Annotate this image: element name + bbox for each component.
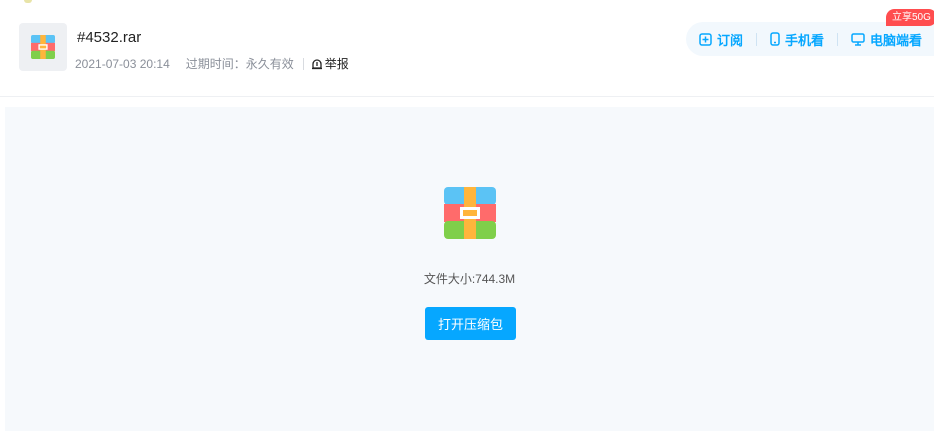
bookmark-plus-icon xyxy=(699,32,712,46)
header-divider xyxy=(0,96,934,97)
action-bar: 订阅 手机看 电脑端看 xyxy=(686,22,934,56)
file-date: 2021-07-03 20:14 xyxy=(75,56,170,71)
preview-panel: 文件大小:744.3M 打开压缩包 xyxy=(5,107,934,431)
file-meta: 2021-07-03 20:14 过期时间：永久有效 举报 xyxy=(75,55,349,72)
action-divider xyxy=(837,32,839,46)
rar-archive-icon xyxy=(444,187,496,239)
pc-view-label: 电脑端看 xyxy=(870,32,923,48)
phone-view-label: 手机看 xyxy=(785,32,825,48)
phone-icon xyxy=(770,32,780,46)
file-header: #4532.rar 2021-07-03 20:14 过期时间：永久有效 举报 … xyxy=(0,0,934,96)
expire-info: 过期时间：永久有效 xyxy=(185,57,294,71)
subscribe-button[interactable]: 订阅 xyxy=(699,30,743,49)
report-icon xyxy=(311,58,322,69)
report-link[interactable]: 举报 xyxy=(311,55,349,72)
phone-view-button[interactable]: 手机看 xyxy=(770,30,824,49)
file-name: #4532.rar xyxy=(77,29,142,46)
promo-badge[interactable]: 立享50G xyxy=(886,9,934,26)
open-archive-button[interactable]: 打开压缩包 xyxy=(425,307,516,340)
report-label: 举报 xyxy=(324,57,349,71)
monitor-icon xyxy=(851,32,865,46)
rar-archive-icon xyxy=(19,23,67,71)
action-divider xyxy=(756,32,758,46)
file-size: 文件大小:744.3M xyxy=(423,272,516,286)
pc-view-button[interactable]: 电脑端看 xyxy=(851,30,922,49)
meta-divider xyxy=(302,57,304,70)
subscribe-label: 订阅 xyxy=(717,32,744,48)
